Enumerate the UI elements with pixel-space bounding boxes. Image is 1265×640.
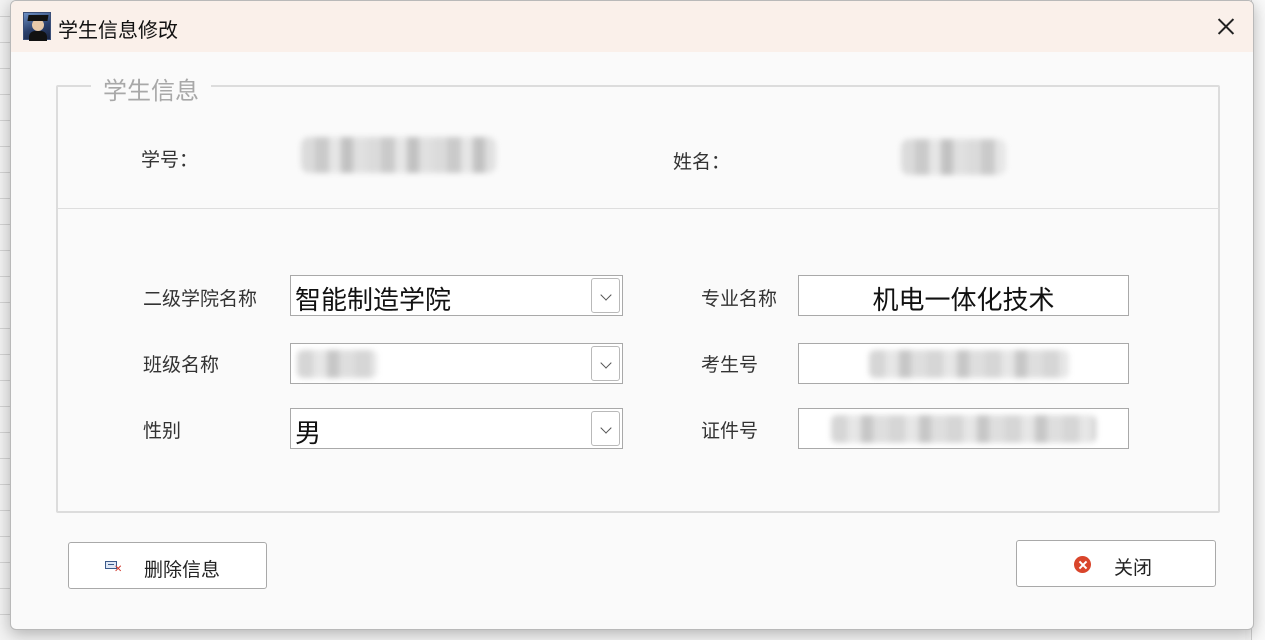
student-edit-dialog: 学生信息修改 学生信息 学号： 姓名： 二级学院名称 智能制造学院 专业名称 机…: [10, 0, 1254, 630]
major-label: 专业名称: [701, 288, 778, 310]
class-dropdown-button[interactable]: [591, 346, 620, 381]
chevron-down-icon: [600, 357, 612, 369]
class-select[interactable]: [290, 343, 623, 384]
student-id-value-redacted: [301, 137, 496, 173]
student-avatar-icon: [23, 12, 51, 41]
name-value-redacted: [901, 139, 1006, 175]
chevron-down-icon: [600, 422, 612, 434]
college-label: 二级学院名称: [143, 288, 258, 310]
college-select-value: 智能制造学院: [295, 286, 452, 316]
gender-select-value: 男: [295, 419, 322, 449]
class-value-redacted: [297, 350, 377, 378]
close-button[interactable]: 关闭: [1016, 540, 1216, 587]
exam-number-value-redacted: [869, 350, 1069, 378]
title-bar[interactable]: 学生信息修改: [11, 1, 1253, 52]
id-card-label: 证件号: [701, 420, 759, 442]
delete-info-button[interactable]: ✕ 删除信息: [68, 542, 267, 589]
groupbox-legend: 学生信息: [91, 71, 211, 106]
name-label: 姓名：: [673, 151, 731, 173]
section-divider: [58, 208, 1220, 209]
exam-number-label: 考生号: [701, 354, 759, 376]
cancel-circle-icon: [1074, 556, 1091, 573]
gender-label: 性别: [143, 420, 182, 442]
college-dropdown-button[interactable]: [591, 278, 620, 313]
student-id-label: 学号：: [141, 149, 199, 171]
chevron-down-icon: [600, 289, 612, 301]
delete-card-icon: ✕: [105, 561, 122, 575]
id-card-field[interactable]: [798, 408, 1129, 449]
window-title: 学生信息修改: [58, 18, 178, 42]
major-field-value: 机电一体化技术: [872, 286, 1055, 316]
exam-number-field[interactable]: [798, 343, 1129, 384]
gender-select[interactable]: 男: [290, 408, 623, 449]
delete-info-button-label: 删除信息: [144, 559, 221, 581]
college-select[interactable]: 智能制造学院: [290, 275, 623, 316]
class-label: 班级名称: [143, 354, 220, 376]
gender-dropdown-button[interactable]: [591, 411, 620, 446]
close-button-label: 关闭: [1114, 557, 1153, 579]
major-field[interactable]: 机电一体化技术: [798, 275, 1129, 316]
id-card-value-redacted: [831, 415, 1096, 443]
close-icon[interactable]: [1215, 15, 1237, 37]
